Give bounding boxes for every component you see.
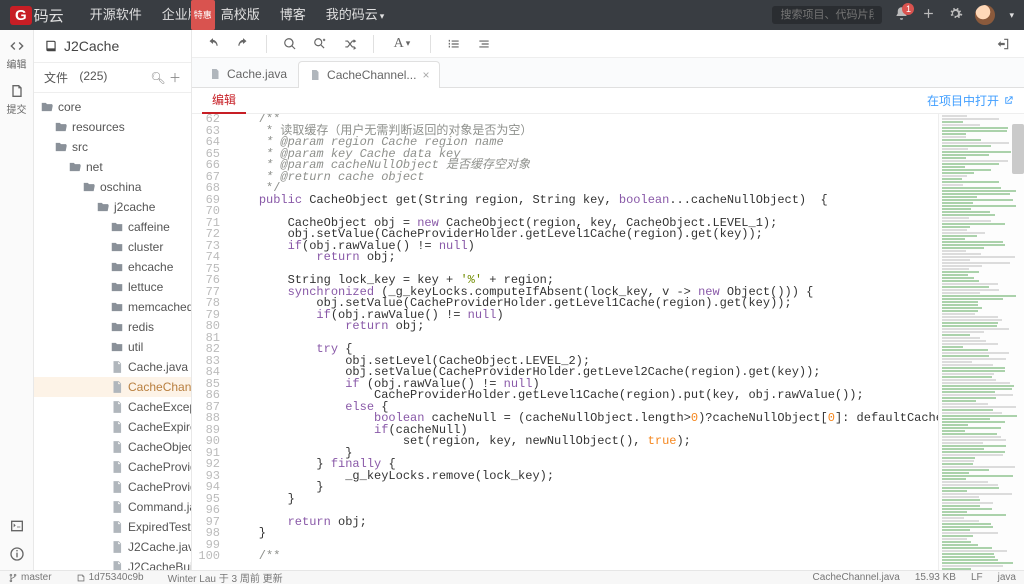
list-ul-icon[interactable] — [471, 33, 497, 55]
tree-folder[interactable]: j2cache — [34, 197, 191, 217]
font-dropdown[interactable]: A▾ — [384, 33, 420, 55]
open-in-project-link[interactable]: 在项目中打开 — [927, 92, 1014, 109]
rail-commit[interactable]: 提交 — [7, 83, 27, 116]
status-lang[interactable]: java — [998, 572, 1016, 583]
tab-close-icon[interactable]: × — [422, 68, 429, 82]
gear-icon[interactable] — [948, 6, 963, 24]
commit-hash[interactable]: 1d75340c9b — [76, 572, 156, 583]
notification-icon[interactable]: 1 — [894, 6, 909, 24]
nav-blog[interactable]: 博客 — [270, 0, 316, 30]
minimap-viewport[interactable] — [1012, 124, 1024, 174]
tree-folder[interactable]: core — [34, 97, 191, 117]
rail-terminal-icon[interactable] — [9, 518, 25, 536]
rail-info-icon[interactable] — [9, 546, 25, 564]
tree-file[interactable]: ExpiredTester... — [34, 517, 191, 537]
tree-folder[interactable]: ehcache — [34, 257, 191, 277]
sidebar-add-icon[interactable]: ＋ — [169, 71, 181, 85]
tree-folder[interactable]: resources — [34, 117, 191, 137]
tree-file[interactable]: Command.java — [34, 497, 191, 517]
tree-folder[interactable]: memcached — [34, 297, 191, 317]
nav-opensource[interactable]: 开源软件 — [80, 0, 152, 30]
undo-icon[interactable] — [200, 33, 226, 55]
tree-file[interactable]: CacheExpire... — [34, 417, 191, 437]
files-header: 文件 (225) — [44, 69, 107, 86]
rail-editor[interactable]: 编辑 — [7, 38, 27, 71]
tree-file[interactable]: J2CacheBuil... — [34, 557, 191, 570]
tree-folder[interactable]: redis — [34, 317, 191, 337]
tree-file[interactable]: Cache.java — [34, 357, 191, 377]
code-editor[interactable]: 62 /**63 * 读取缓存（用户无需判断返回的对象是否为空）64 * @pa… — [192, 114, 938, 570]
tree-folder[interactable]: src — [34, 137, 191, 157]
tree-file[interactable]: CacheChan... — [34, 377, 191, 397]
tree-file[interactable]: CacheExcepti... — [34, 397, 191, 417]
list-ol-icon[interactable] — [441, 33, 467, 55]
avatar-caret-icon[interactable]: ▾ — [1009, 10, 1014, 21]
search-icon[interactable] — [277, 33, 303, 55]
editor-tab[interactable]: Cache.java — [198, 60, 298, 87]
status-bar: master 1d75340c9b Winter Lau 于 3 周前 更新 C… — [0, 570, 1024, 584]
nav-edu[interactable]: 高校版 — [211, 0, 270, 30]
file-sidebar: J2Cache 文件 (225) 🔍︎ ＋ coreresourcessrcne… — [34, 30, 192, 570]
status-filename: CacheChannel.java — [813, 572, 900, 583]
search-replace-icon[interactable] — [307, 33, 333, 55]
tree-folder[interactable]: lettuce — [34, 277, 191, 297]
avatar[interactable] — [975, 5, 995, 25]
tree-folder[interactable]: oschina — [34, 177, 191, 197]
left-rail: 编辑 提交 — [0, 30, 34, 570]
editor-toolbar: A▾ — [192, 30, 1024, 58]
nav-enterprise[interactable]: 企业版特惠 — [152, 0, 211, 30]
tab-edit[interactable]: 编辑 — [202, 87, 246, 114]
redo-icon[interactable] — [230, 33, 256, 55]
branch-indicator[interactable]: master — [8, 572, 64, 583]
shuffle-icon[interactable] — [337, 33, 363, 55]
top-navigation: G码云 开源软件 企业版特惠 高校版 博客 我的码云▾ 1 ▾ — [0, 0, 1024, 30]
tree-file[interactable]: CacheObject... — [34, 437, 191, 457]
plus-icon[interactable] — [921, 6, 936, 24]
minimap[interactable] — [938, 114, 1024, 570]
tree-file[interactable]: J2Cache.java — [34, 537, 191, 557]
project-title[interactable]: J2Cache — [34, 30, 191, 63]
tree-folder[interactable]: net — [34, 157, 191, 177]
site-logo[interactable]: G码云 — [10, 5, 64, 26]
book-icon — [44, 39, 58, 53]
exit-icon[interactable] — [990, 33, 1016, 55]
editor-tabs: Cache.javaCacheChannel...× — [192, 58, 1024, 88]
nav-my[interactable]: 我的码云▾ — [316, 0, 395, 31]
tree-folder[interactable]: caffeine — [34, 217, 191, 237]
tree-file[interactable]: CacheProvid... — [34, 457, 191, 477]
editor-tab[interactable]: CacheChannel...× — [298, 61, 440, 88]
global-search-input[interactable] — [772, 6, 882, 24]
file-tree: coreresourcessrcnetoschinaj2cachecaffein… — [34, 93, 191, 570]
sidebar-search-icon[interactable]: 🔍︎ — [150, 71, 165, 85]
status-eol[interactable]: LF — [971, 572, 983, 583]
tree-file[interactable]: CacheProvid... — [34, 477, 191, 497]
tree-folder[interactable]: util — [34, 337, 191, 357]
tree-folder[interactable]: cluster — [34, 237, 191, 257]
commit-author: Winter Lau 于 3 周前 更新 — [168, 570, 283, 585]
status-filesize: 15.93 KB — [915, 572, 956, 583]
